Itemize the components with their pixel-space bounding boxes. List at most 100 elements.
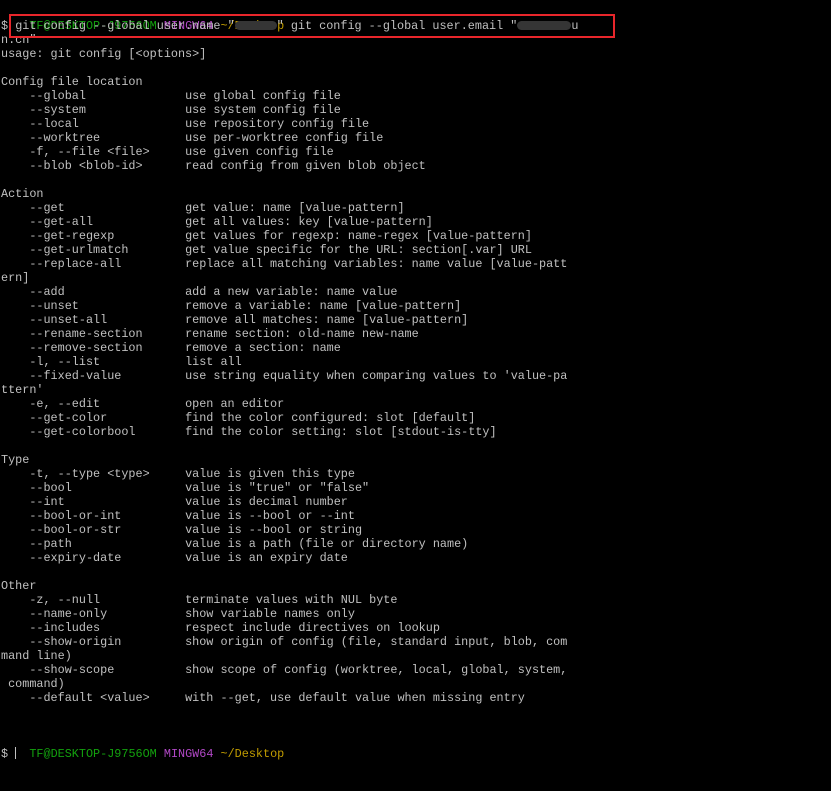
option-continuation: ttern' — [1, 383, 44, 397]
option-flag: --unset — [1, 299, 186, 313]
option-description: value is decimal number — [185, 495, 348, 509]
option-description: value is an expiry date — [185, 551, 348, 565]
option-description: find the color setting: slot [stdout-is-… — [185, 425, 497, 439]
option-row: --bool value is "true" or "false" — [1, 481, 369, 495]
option-flag: --global — [1, 89, 186, 103]
option-flag: --get-regexp — [1, 229, 186, 243]
option-flag: --rename-section — [1, 327, 186, 341]
option-row: --path value is a path (file or director… — [1, 537, 468, 551]
option-row: --bool-or-int value is --bool or --int — [1, 509, 355, 523]
option-row: --add add a new variable: name value — [1, 285, 397, 299]
option-description: list all — [185, 355, 242, 369]
option-description: value is --bool or string — [185, 523, 363, 537]
option-description: show origin of config (file, standard in… — [185, 635, 568, 649]
option-description: use string equality when comparing value… — [185, 369, 568, 383]
option-description: remove a variable: name [value-pattern] — [185, 299, 462, 313]
option-flag: --name-only — [1, 607, 186, 621]
option-row: --default <value> with --get, use defaul… — [1, 691, 525, 705]
option-continuation: mand line) — [1, 649, 72, 663]
option-description: use given config file — [185, 145, 334, 159]
option-description: terminate values with NUL byte — [185, 593, 398, 607]
option-description: value is a path (file or directory name) — [185, 537, 469, 551]
option-flag: --bool-or-int — [1, 509, 186, 523]
option-continuation: command) — [1, 677, 65, 691]
option-row: --fixed-value use string equality when c… — [1, 369, 567, 383]
option-flag: --get-all — [1, 215, 186, 229]
option-flag: --bool-or-str — [1, 523, 186, 537]
option-row: --expiry-date value is an expiry date — [1, 551, 348, 565]
option-row: --blob <blob-id> read config from given … — [1, 159, 425, 173]
option-description: remove all matches: name [value-pattern] — [185, 313, 469, 327]
option-row: -t, --type <type> value is given this ty… — [1, 467, 355, 481]
option-description: add a new variable: name value — [185, 285, 398, 299]
section-title: Config file location — [1, 75, 143, 89]
option-description: get all values: key [value-pattern] — [185, 215, 433, 229]
final-prompt-path: ~/Desktop — [220, 747, 285, 761]
option-row: --worktree use per-worktree config file — [1, 131, 383, 145]
option-description: value is --bool or --int — [185, 509, 355, 523]
option-row: --show-origin show origin of config (fil… — [1, 635, 567, 649]
prompt-symbol: $ — [1, 19, 9, 33]
section-title: Action — [1, 187, 44, 201]
option-flag: --expiry-date — [1, 551, 186, 565]
text-cursor — [15, 747, 17, 759]
option-row: --system use system config file — [1, 103, 341, 117]
option-description: use system config file — [185, 103, 341, 117]
command-highlight-box — [9, 14, 615, 38]
section-title: Type — [1, 453, 30, 467]
option-row: -f, --file <file> use given config file — [1, 145, 334, 159]
option-continuation: ern] — [1, 271, 30, 285]
final-prompt-host: MINGW64 — [163, 747, 214, 761]
option-row: --get get value: name [value-pattern] — [1, 201, 405, 215]
option-description: with --get, use default value when missi… — [185, 691, 525, 705]
option-flag: --blob <blob-id> — [1, 159, 186, 173]
option-row: -e, --edit open an editor — [1, 397, 284, 411]
option-row: --remove-section remove a section: name — [1, 341, 341, 355]
final-prompt-line: TF@DESKTOP-J9756OM MINGW64 ~/Desktop — [1, 733, 284, 761]
option-row: --int value is decimal number — [1, 495, 348, 509]
option-row: --get-color find the color configured: s… — [1, 411, 475, 425]
option-description: open an editor — [185, 397, 285, 411]
option-flag: --default <value> — [1, 691, 186, 705]
option-description: get value: name [value-pattern] — [185, 201, 405, 215]
option-description: find the color configured: slot [default… — [185, 411, 476, 425]
option-row: --get-urlmatch get value specific for th… — [1, 243, 532, 257]
option-description: use repository config file — [185, 117, 370, 131]
option-row: -l, --list list all — [1, 355, 242, 369]
final-prompt-user: TF@DESKTOP-J9756OM — [29, 747, 157, 761]
option-flag: --path — [1, 537, 186, 551]
section-title: Other — [1, 579, 37, 593]
option-flag: --unset-all — [1, 313, 186, 327]
option-description: get value specific for the URL: section[… — [185, 243, 532, 257]
option-description: replace all matching variables: name val… — [185, 257, 568, 271]
option-row: --local use repository config file — [1, 117, 369, 131]
option-row: --name-only show variable names only — [1, 607, 355, 621]
option-description: respect include directives on lookup — [185, 621, 440, 635]
option-row: --bool-or-str value is --bool or string — [1, 523, 362, 537]
option-description: use global config file — [185, 89, 341, 103]
option-row: --global use global config file — [1, 89, 341, 103]
option-flag: --replace-all — [1, 257, 186, 271]
option-flag: --remove-section — [1, 341, 186, 355]
option-row: -z, --null terminate values with NUL byt… — [1, 593, 397, 607]
option-flag: --system — [1, 103, 186, 117]
usage-line: usage: git config [<options>] — [1, 47, 207, 61]
option-flag: --local — [1, 117, 186, 131]
option-flag: --includes — [1, 621, 186, 635]
option-flag: --show-scope — [1, 663, 186, 677]
option-description: value is given this type — [185, 467, 355, 481]
option-flag: -l, --list — [1, 355, 186, 369]
option-flag: --get-urlmatch — [1, 243, 186, 257]
option-row: --rename-section rename section: old-nam… — [1, 327, 418, 341]
terminal-window[interactable]: TF@DESKTOP-J9756OM MINGW64 ~/Desktop $ g… — [0, 0, 831, 791]
option-description: value is "true" or "false" — [185, 481, 370, 495]
option-flag: --worktree — [1, 131, 186, 145]
option-row: --get-colorbool find the color setting: … — [1, 425, 497, 439]
option-row: --show-scope show scope of config (workt… — [1, 663, 567, 677]
option-flag: -t, --type <type> — [1, 467, 186, 481]
input-line[interactable]: $ — [1, 747, 17, 761]
option-row: --get-regexp get values for regexp: name… — [1, 229, 532, 243]
option-row: --includes respect include directives on… — [1, 621, 440, 635]
option-flag: --bool — [1, 481, 186, 495]
option-flag: --add — [1, 285, 186, 299]
